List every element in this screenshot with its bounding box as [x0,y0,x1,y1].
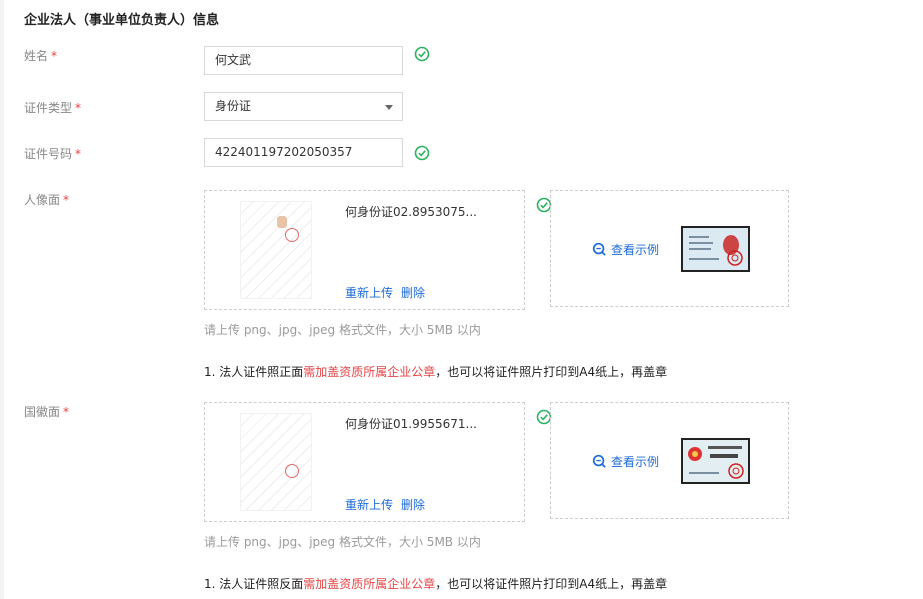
portrait-actions: 重新上传 删除 [345,284,433,301]
portrait-note: 1. 法人证件照正面需加盖资质所属企业公章，也可以将证件照片打印到A4纸上，再盖… [204,365,668,379]
reupload-button[interactable]: 重新上传 [345,498,393,512]
seal-mark [285,228,299,242]
emblem-actions: 重新上传 删除 [345,496,433,513]
portrait-face [277,216,287,228]
portrait-side-label: 人像面 * [24,193,70,207]
emblem-note: 1. 法人证件照反面需加盖资质所属企业公章，也可以将证件照片打印到A4纸上，再盖… [204,577,668,591]
left-border [0,0,4,599]
chevron-down-icon [385,105,393,110]
emblem-file-name: 何身份证01.9955671... [345,417,477,431]
view-example-link[interactable]: 查看示例 [592,453,659,470]
search-icon [592,242,606,256]
name-label: 姓名 * [24,49,58,63]
reupload-button[interactable]: 重新上传 [345,286,393,300]
id-type-label: 证件类型 * [24,101,82,115]
search-icon [592,454,606,468]
emblem-side-label: 国徽面 * [24,405,70,419]
emblem-upload-area[interactable]: 何身份证01.9955671... 重新上传 删除 [204,402,525,522]
emblem-example-box: 查看示例 [550,402,789,519]
check-circle-icon [414,145,430,161]
delete-button[interactable]: 删除 [401,286,425,300]
section-title: 企业法人（事业单位负责人）信息 [24,13,220,28]
view-example-link[interactable]: 查看示例 [592,241,659,258]
name-input[interactable]: 何文武 [204,46,403,75]
delete-button[interactable]: 删除 [401,498,425,512]
id-type-select[interactable]: 身份证 [204,92,403,121]
id-card-front-sample-image [681,226,750,272]
seal-mark [285,464,299,478]
portrait-upload-area[interactable]: 何身份证02.8953075... 重新上传 删除 [204,190,525,310]
portrait-example-box: 查看示例 [550,190,789,307]
id-number-label: 证件号码 * [24,147,82,161]
emblem-thumbnail [240,413,312,511]
portrait-file-name: 何身份证02.8953075... [345,205,477,219]
check-circle-icon [414,46,430,62]
id-number-input[interactable]: 422401197202050357 [204,138,403,167]
portrait-upload-hint: 请上传 png、jpg、jpeg 格式文件，大小 5MB 以内 [204,323,481,337]
portrait-thumbnail [240,201,312,299]
emblem-upload-hint: 请上传 png、jpg、jpeg 格式文件，大小 5MB 以内 [204,535,481,549]
id-card-back-sample-image [681,438,750,484]
